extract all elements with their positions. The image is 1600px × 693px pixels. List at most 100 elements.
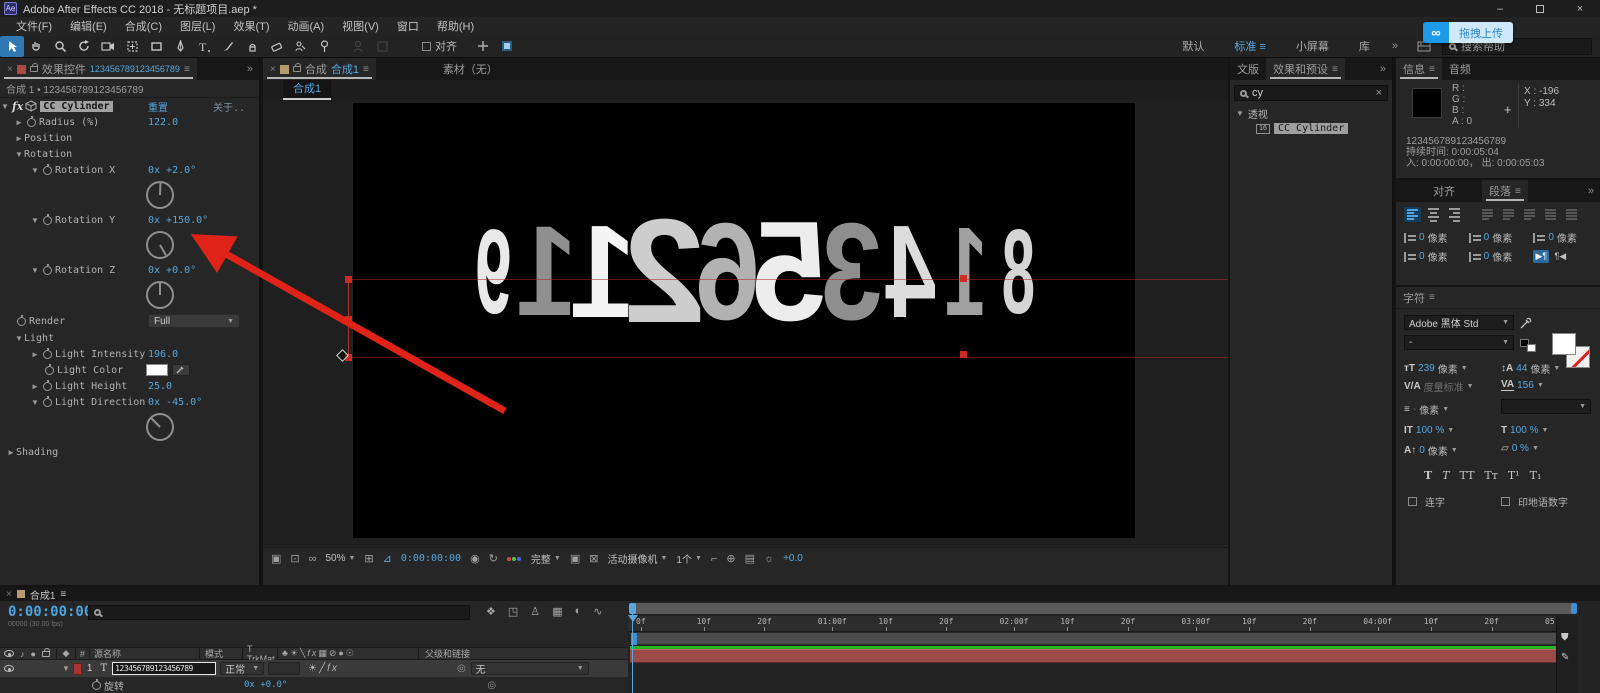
workspace-tab[interactable]: 默认: [1168, 38, 1218, 54]
grid-guides-icon[interactable]: ⊞: [364, 552, 373, 565]
align-left-button[interactable]: [1404, 207, 1421, 222]
menu-item[interactable]: 合成(C): [117, 18, 170, 34]
minimize-button[interactable]: –: [1480, 0, 1520, 17]
stopwatch-icon[interactable]: [43, 398, 52, 407]
hindi-digits-toggle[interactable]: 印地语数字: [1501, 494, 1568, 509]
indent-right-field[interactable]: 0像素: [1404, 249, 1463, 264]
tab-effects-presets[interactable]: 效果和预设 ≡: [1266, 58, 1345, 80]
motion-blur-icon[interactable]: ◐: [575, 605, 582, 618]
tracking-field[interactable]: VA156▼: [1501, 379, 1544, 391]
faux-italic-button[interactable]: T: [1438, 469, 1453, 482]
effect-header-row[interactable]: ▼ fx CC Cylinder 重置 关于..: [0, 98, 259, 114]
rotation-y-dial[interactable]: [0, 228, 259, 262]
menu-item[interactable]: 效果(T): [225, 18, 277, 34]
light-color-swatch[interactable]: [146, 364, 168, 376]
twirl-down-icon[interactable]: ▼: [30, 166, 40, 175]
panel-overflow-icon[interactable]: »: [241, 58, 259, 80]
ligatures-checkbox[interactable]: [1408, 497, 1417, 506]
eraser-tool[interactable]: [264, 36, 288, 57]
menu-item[interactable]: 文件(F): [8, 18, 60, 34]
lock-icon[interactable]: [293, 66, 301, 72]
twirl-down-icon[interactable]: ▼: [30, 216, 40, 225]
comp-marker-bin-icon[interactable]: ⛊: [1561, 632, 1569, 643]
faux-bold-button[interactable]: T: [1420, 469, 1436, 482]
tab-paragraph[interactable]: 段落 ≡: [1482, 180, 1528, 202]
twirl-right-icon[interactable]: ►: [14, 134, 24, 143]
tab-info[interactable]: 信息 ≡: [1396, 58, 1442, 80]
stopwatch-icon[interactable]: [43, 266, 52, 275]
workspace-tab[interactable]: 小屏幕: [1282, 38, 1343, 54]
property-value[interactable]: 0x +2.0°: [148, 165, 196, 176]
stroke-style-dropdown[interactable]: ▼: [1501, 399, 1591, 414]
rotation-z-dial[interactable]: [0, 278, 259, 312]
flowchart-icon[interactable]: ☼: [764, 553, 774, 565]
exposure-value[interactable]: +0.0: [783, 553, 803, 564]
timeline-track-area[interactable]: 0f10f20f01:00f10f20f02:00f10f20f03:00f10…: [628, 601, 1578, 693]
property-value[interactable]: 122.0: [148, 117, 178, 128]
property-value[interactable]: 0x +0.0°: [244, 680, 287, 690]
selection-tool[interactable]: [0, 36, 24, 57]
font-eyedropper-icon[interactable]: [1520, 317, 1532, 332]
clone-stamp-tool[interactable]: [240, 36, 264, 57]
selection-handle[interactable]: [345, 276, 352, 283]
sharp-anchor-icon[interactable]: [471, 36, 495, 57]
show-snapshot-icon[interactable]: ⊡: [290, 552, 299, 565]
selection-handle[interactable]: [345, 316, 352, 323]
tab-align[interactable]: 对齐: [1426, 180, 1462, 202]
parent-link-column[interactable]: 父级和链接: [419, 647, 470, 660]
superscript-button[interactable]: T¹: [1504, 469, 1524, 482]
stopwatch-icon[interactable]: [92, 681, 101, 690]
zoom-tool[interactable]: [48, 36, 72, 57]
current-time-display[interactable]: 0:00:00:00: [8, 604, 92, 620]
rtl-direction-button[interactable]: ¶◀: [1552, 250, 1568, 263]
tab-footage[interactable]: 素材（无）: [436, 58, 505, 80]
glasses-icon[interactable]: ∞: [309, 553, 317, 565]
layer-row[interactable]: ▼ 1 T 123456789123456789 正常▼ ☀╱fx ◎ 无▼: [0, 660, 628, 677]
panel-menu-icon[interactable]: ≡: [1332, 64, 1338, 75]
twirl-down-icon[interactable]: ▼: [30, 266, 40, 275]
tab-effect-controls[interactable]: × 效果控件 123456789123456789 ≡: [0, 58, 197, 80]
pixel-aspect-icon[interactable]: ⌐: [711, 553, 717, 565]
panel-overflow-icon[interactable]: »: [1374, 58, 1392, 80]
comp-crumb[interactable]: 合成1: [283, 78, 331, 100]
anchor-point[interactable]: [337, 350, 348, 361]
effect-item-label[interactable]: CC Cylinder: [1274, 123, 1348, 134]
layer-visibility-icon[interactable]: [4, 665, 14, 672]
trkmat-dropdown[interactable]: [268, 662, 300, 675]
hindi-digits-checkbox[interactable]: [1501, 497, 1510, 506]
category-perspective[interactable]: ▼ 透视: [1230, 106, 1392, 121]
font-size-field[interactable]: тT239像素▼: [1404, 361, 1468, 376]
fx-badge-icon[interactable]: fx: [12, 100, 23, 113]
tab-composition[interactable]: × 合成 合成1 ≡: [263, 58, 376, 80]
resolution-dropdown[interactable]: 完整▼: [531, 551, 561, 566]
twirl-down-icon[interactable]: ▼: [14, 150, 24, 159]
light-direction-dial[interactable]: [0, 410, 259, 444]
source-name-column[interactable]: 源名称: [90, 647, 199, 660]
timeline-tab-label[interactable]: 合成1: [30, 587, 56, 602]
space-after-field[interactable]: 0像素: [1469, 249, 1528, 264]
frame-blend-icon[interactable]: ▦: [552, 605, 562, 618]
draft-3d-icon[interactable]: ◳: [508, 605, 518, 618]
timeline-button-icon[interactable]: ▤: [745, 552, 755, 565]
menu-item[interactable]: 视图(V): [334, 18, 387, 34]
time-navigator[interactable]: [630, 603, 1577, 614]
effect-name[interactable]: CC Cylinder: [40, 101, 112, 112]
shy-icon[interactable]: ♙: [530, 605, 540, 618]
twirl-right-icon[interactable]: ►: [30, 350, 40, 359]
navigator-end-handle[interactable]: [1571, 603, 1577, 614]
property-value[interactable]: 0x +150.0°: [148, 215, 208, 226]
channel-icon[interactable]: [507, 553, 522, 564]
rotation-x-dial[interactable]: [0, 178, 259, 212]
leading-field[interactable]: ↕A44像素▼: [1501, 361, 1560, 376]
menu-item[interactable]: 编辑(E): [62, 18, 115, 34]
twirl-down-icon[interactable]: ▼: [14, 334, 24, 343]
first-line-indent-field[interactable]: 0像素: [1533, 230, 1592, 245]
default-stroke-icon[interactable]: [1527, 344, 1536, 352]
selection-handle[interactable]: [960, 351, 967, 358]
menu-item[interactable]: 帮助(H): [429, 18, 482, 34]
space-before-field[interactable]: 0像素: [1469, 230, 1528, 245]
grid-blue-icon[interactable]: [495, 36, 519, 57]
fast-preview-icon[interactable]: ⊕: [726, 552, 735, 565]
pan-behind-tool[interactable]: [120, 36, 144, 57]
about-link[interactable]: 关于..: [213, 99, 245, 114]
